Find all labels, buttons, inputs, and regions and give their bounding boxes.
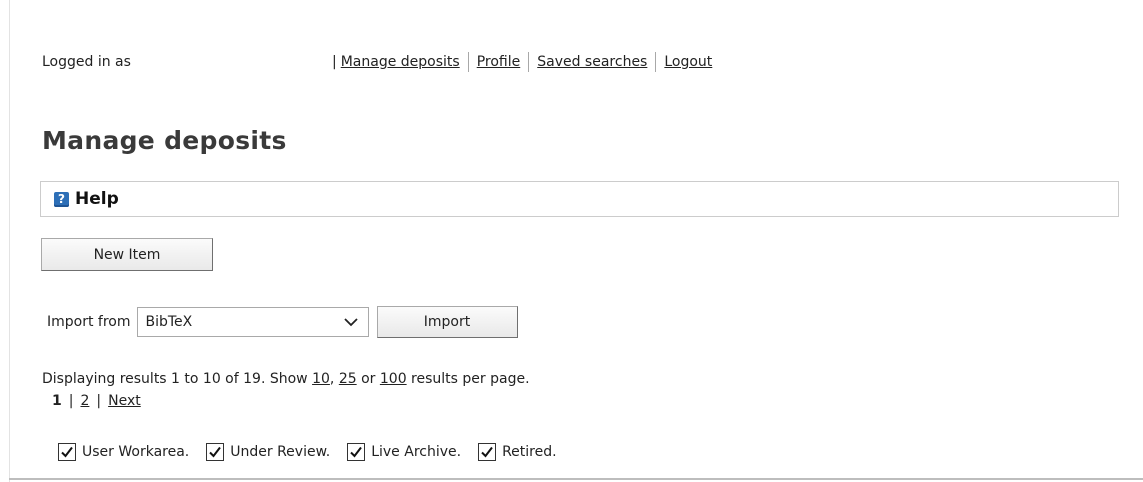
checkmark-icon <box>61 446 73 458</box>
nav-logout-link[interactable]: Logout <box>664 54 712 70</box>
user-nav-bar: Logged in as | Manage deposits Profile Saved… <box>42 52 712 72</box>
page-title: Manage deposits <box>42 126 287 155</box>
filter-label: Live Archive. <box>371 444 462 460</box>
results-sep: or <box>356 371 380 387</box>
filter-label: Under Review. <box>230 444 331 460</box>
nav-saved-searches-link[interactable]: Saved searches <box>537 54 647 70</box>
filter-retired[interactable]: Retired. <box>478 442 557 462</box>
current-page: 1 <box>52 393 62 409</box>
next-page-link[interactable]: Next <box>108 393 141 409</box>
results-sep: , <box>329 371 339 387</box>
checkmark-icon <box>209 446 222 458</box>
checkbox-retired[interactable] <box>478 443 497 461</box>
import-button[interactable]: Import <box>376 306 518 338</box>
import-format-value: BibTeX <box>145 314 193 330</box>
checkmark-icon <box>350 446 362 458</box>
chevron-down-icon <box>343 315 358 329</box>
results-prefix: Displaying results 1 to 10 of 19. Show <box>42 371 313 387</box>
help-label: Help <box>75 189 119 209</box>
results-summary: Displaying results 1 to 10 of 19. Show 1… <box>42 370 530 388</box>
page-size-25-link[interactable]: 25 <box>339 371 357 387</box>
import-label: Import from <box>47 314 131 330</box>
status-filters: User Workarea. Under Review. Live Archiv… <box>58 442 574 462</box>
page: Logged in as | Manage deposits Profile Saved… <box>0 0 1143 482</box>
checkbox-user-workarea[interactable] <box>58 443 76 461</box>
left-border <box>9 0 10 482</box>
bottom-border <box>9 478 1143 480</box>
import-format-select[interactable]: BibTeX <box>136 307 369 337</box>
pager-separator: | <box>68 393 74 409</box>
checkbox-under-review[interactable] <box>206 443 225 461</box>
new-item-button[interactable]: New Item <box>41 238 213 271</box>
filter-label: Retired. <box>502 444 557 460</box>
checkmark-icon <box>481 446 493 458</box>
filter-user-workarea[interactable]: User Workarea. <box>58 442 189 462</box>
pagination: 1 | 2 | Next <box>52 392 141 410</box>
pager-separator: | <box>96 393 102 409</box>
page-2-link[interactable]: 2 <box>80 393 89 409</box>
nav-profile-link[interactable]: Profile <box>477 54 521 70</box>
checkbox-live-archive[interactable] <box>347 443 366 461</box>
results-suffix: results per page. <box>406 371 530 387</box>
filter-label: User Workarea. <box>82 444 190 460</box>
import-row: Import from BibTeX Import <box>47 306 518 338</box>
nav-manage-deposits-link[interactable]: Manage deposits <box>341 54 460 70</box>
page-size-100-link[interactable]: 100 <box>380 371 407 387</box>
page-size-10-link[interactable]: 10 <box>312 371 330 387</box>
filter-under-review[interactable]: Under Review. <box>206 442 330 462</box>
nav-pipe: | <box>332 54 337 70</box>
nav-divider <box>655 52 657 72</box>
nav-divider <box>467 52 469 72</box>
filter-live-archive[interactable]: Live Archive. <box>347 442 461 462</box>
question-icon: ? <box>54 191 69 207</box>
logged-in-label: Logged in as <box>42 54 131 70</box>
help-panel-toggle[interactable]: ? Help <box>40 181 1119 217</box>
nav-divider <box>528 52 530 72</box>
